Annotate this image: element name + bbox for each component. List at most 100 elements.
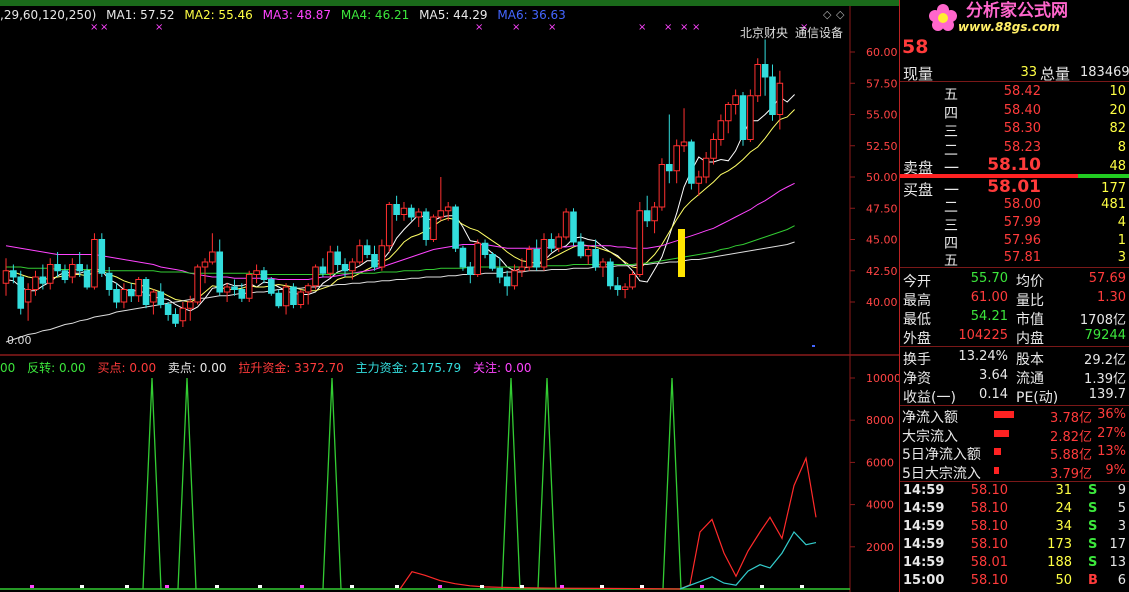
candle-body xyxy=(209,251,216,263)
stat-label: 最低 xyxy=(903,312,931,328)
ask1-vol: 48 xyxy=(1109,159,1126,174)
price-tick-label: 47.50 xyxy=(866,202,898,215)
tick-row[interactable]: 14:59 58.10 34 S 3 xyxy=(900,518,1129,536)
tick-bs: S xyxy=(1088,519,1098,534)
candle-body xyxy=(658,164,666,208)
candle-body xyxy=(231,286,238,290)
signal-x-mark: × xyxy=(638,22,646,33)
diamond-icon[interactable]: ◇ xyxy=(823,8,832,21)
stat-label: 外盘 xyxy=(903,331,931,347)
stat-label: 量比 xyxy=(1016,293,1044,309)
baseline-dot xyxy=(520,585,524,588)
ask1-row[interactable]: 卖盘 一 58.10 48 xyxy=(900,155,1129,177)
candle-body xyxy=(127,289,135,297)
candle-body xyxy=(430,216,437,240)
tick-row[interactable]: 14:59 58.10 24 S 5 xyxy=(900,500,1129,518)
stat-value: 55.70 xyxy=(970,271,1008,286)
stat2-value: 139.7 xyxy=(1088,387,1126,402)
flow-value: 2.82亿 xyxy=(1050,429,1092,445)
stat2-row[interactable]: 收益(一) 0.14 PE(动) 139.7 xyxy=(900,386,1129,406)
flow-row[interactable]: 净流入额 3.78亿 36% xyxy=(900,406,1129,426)
stat2-row[interactable]: 净资 3.64 流通 1.39亿 xyxy=(900,367,1129,387)
tick-bs: B xyxy=(1088,573,1098,588)
ind-sell: 卖点: 0.00 xyxy=(167,361,227,375)
flow-row[interactable]: 5日大宗流入 3.79亿 9% xyxy=(900,462,1129,482)
candle-body xyxy=(297,291,305,305)
flow-pct: 9% xyxy=(1105,462,1126,478)
candle-body xyxy=(326,251,334,274)
bid-row[interactable]: 五 57.81 3 xyxy=(900,249,1129,269)
tick-row[interactable]: 15:00 58.10 50 B 6 xyxy=(900,572,1129,590)
tick-row[interactable]: 14:59 58.10 31 S 9 xyxy=(900,482,1129,500)
candle-body xyxy=(120,289,128,303)
ask-row[interactable]: 二 58.23 8 xyxy=(900,139,1129,159)
ind-tick-label: 2000 xyxy=(866,541,894,554)
ind-tick-label: 6000 xyxy=(866,456,894,469)
flow-value: 3.79亿 xyxy=(1050,466,1092,482)
candle-body xyxy=(724,104,732,122)
baseline-dot xyxy=(80,585,84,588)
ask-row[interactable]: 五 58.42 10 xyxy=(900,83,1129,103)
ask-price: 58.42 xyxy=(1003,84,1041,99)
candle-body xyxy=(349,261,356,272)
candle-body xyxy=(157,291,165,305)
flow-row[interactable]: 大宗流入 2.82亿 27% xyxy=(900,425,1129,445)
volume-row: 现量 33 总量 183469 xyxy=(900,62,1129,83)
blue-dot-marker xyxy=(812,345,815,347)
flow-bar xyxy=(994,466,999,474)
candle-body xyxy=(481,242,489,255)
tick-price: 58.01 xyxy=(970,555,1008,570)
baseline-dot xyxy=(395,585,399,588)
menu-icon[interactable]: ◇ xyxy=(836,8,845,21)
ask-row[interactable]: 四 58.40 20 xyxy=(900,102,1129,122)
bid-row[interactable]: 四 57.96 1 xyxy=(900,232,1129,252)
candle-body xyxy=(651,206,658,222)
stat-value: 1708亿 xyxy=(1079,313,1126,328)
flow-bar xyxy=(994,448,1001,455)
tick-count: 13 xyxy=(1109,555,1126,570)
candle-body xyxy=(216,251,224,293)
candle-body xyxy=(452,206,459,249)
ask-price: 58.30 xyxy=(1003,121,1041,136)
ma5-value: MA5: 44.29 xyxy=(419,8,488,22)
stat2-label: 股本 xyxy=(1016,352,1044,368)
ask-row[interactable]: 三 58.30 82 xyxy=(900,120,1129,140)
bid-vol: 3 xyxy=(1117,250,1126,266)
candle-body xyxy=(69,264,76,278)
tick-row[interactable]: 14:59 58.10 173 S 17 xyxy=(900,536,1129,554)
stat2-row[interactable]: 换手 13.24% 股本 29.2亿 xyxy=(900,348,1129,368)
tick-time: 15:00 xyxy=(903,573,945,588)
candle-body xyxy=(518,266,526,272)
candle-body xyxy=(754,64,762,97)
candle-body xyxy=(46,264,54,284)
ma2-value: MA2: 55.46 xyxy=(184,8,253,22)
bid1-price: 58.01 xyxy=(987,177,1041,197)
stat-row[interactable]: 外盘 104225 内盘 79244 xyxy=(900,327,1129,347)
stat-row[interactable]: 最高 61.00 量比 1.30 xyxy=(900,289,1129,309)
candle-body xyxy=(525,249,533,268)
logo-url[interactable]: www.88gs.com xyxy=(958,20,1068,34)
flow-row[interactable]: 5日净流入额 5.88亿 13% xyxy=(900,443,1129,463)
bid1-row[interactable]: 买盘 一 58.01 177 xyxy=(900,177,1129,199)
stat-row[interactable]: 最低 54.21 市值 1708亿 xyxy=(900,308,1129,328)
stat2-label: 净资 xyxy=(903,371,931,387)
stat-row[interactable]: 今开 55.70 均价 57.69 xyxy=(900,270,1129,290)
highlight-marker xyxy=(678,229,685,277)
candle-body xyxy=(260,270,268,280)
bid1-vol: 177 xyxy=(1101,181,1126,196)
price-tick-label: 50.00 xyxy=(866,171,898,184)
baseline-dot xyxy=(438,585,442,588)
candle-body xyxy=(437,210,445,218)
signal-x-mark: × xyxy=(664,22,672,33)
stat2-label: 流通 xyxy=(1016,371,1044,387)
candle-body xyxy=(61,270,69,280)
candle-body xyxy=(10,270,17,278)
tick-vol: 31 xyxy=(1055,483,1072,498)
tick-count: 3 xyxy=(1117,519,1126,534)
candle-body xyxy=(91,239,98,288)
bid-row[interactable]: 三 57.99 4 xyxy=(900,214,1129,234)
bid-row[interactable]: 二 58.00 481 xyxy=(900,196,1129,216)
indicator-legend: 00 反转: 0.00 买点: 0.00 卖点: 0.00 拉升资金: 3372… xyxy=(0,359,540,375)
tick-row[interactable]: 14:59 58.01 188 S 13 xyxy=(900,554,1129,572)
tick-bs: S xyxy=(1088,501,1098,516)
